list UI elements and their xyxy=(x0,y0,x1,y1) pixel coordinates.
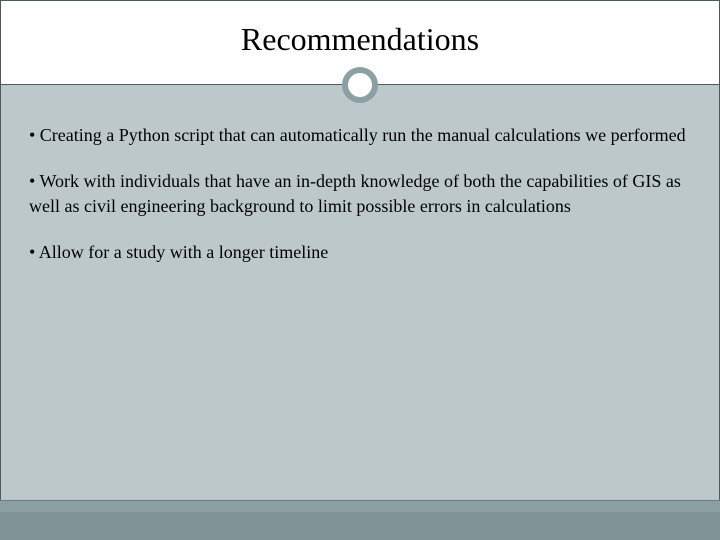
bullet-item: • Creating a Python script that can auto… xyxy=(29,123,691,147)
circle-decoration-icon xyxy=(342,67,378,103)
body-area: • Creating a Python script that can auto… xyxy=(0,85,720,500)
footer-inner xyxy=(0,512,720,540)
bullet-item: • Work with individuals that have an in-… xyxy=(29,169,691,218)
footer-bar xyxy=(0,500,720,540)
bullet-item: • Allow for a study with a longer timeli… xyxy=(29,240,691,264)
content-area: • Creating a Python script that can auto… xyxy=(1,85,719,264)
slide: Recommendations • Creating a Python scri… xyxy=(0,0,720,540)
slide-title: Recommendations xyxy=(1,1,719,58)
